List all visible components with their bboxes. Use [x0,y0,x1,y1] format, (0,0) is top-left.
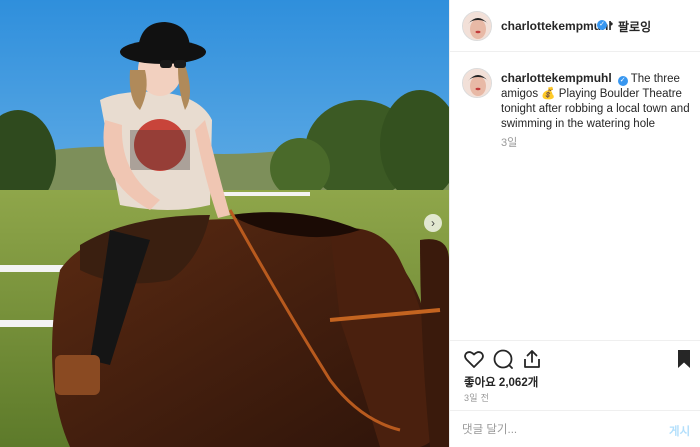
avatar-image [463,12,491,40]
horse-rider-photo [0,0,449,447]
caption-timestamp: 3일 [501,137,518,149]
separator-dot: • [609,17,614,31]
post-header: charlottekempmuhl ✓ • 팔로잉 [450,0,700,52]
caption-text-block: charlottekempmuhl ✓ The three amigos 💰 Pl… [501,71,691,132]
action-bar [450,340,700,374]
heart-icon[interactable] [462,347,486,371]
post-date: 3일 전 [464,393,490,403]
header-username[interactable]: charlottekempmuhl [501,19,612,33]
caption-avatar[interactable] [462,68,492,98]
share-icon[interactable] [520,347,544,371]
caption-username[interactable]: charlottekempmuhl [501,71,612,85]
comment-bubble-icon[interactable] [491,347,515,371]
avatar-image [463,69,491,97]
following-button[interactable]: 팔로잉 [618,18,651,35]
post-photo[interactable]: › [0,0,449,447]
comment-bar: 게시 [450,410,700,447]
comment-input[interactable] [462,421,647,439]
verified-badge-icon: ✓ [597,20,607,30]
avatar[interactable] [462,11,492,41]
bookmark-icon[interactable] [672,347,696,371]
likes-count[interactable]: 좋아요 2,062개 [464,374,538,390]
post-side-panel: charlottekempmuhl ✓ • 팔로잉 charlottekempm… [449,0,700,447]
chevron-right-icon: › [431,216,435,230]
post-comment-button[interactable]: 게시 [669,423,690,439]
verified-badge-icon: ✓ [617,76,628,86]
carousel-next-button[interactable]: › [424,214,442,232]
